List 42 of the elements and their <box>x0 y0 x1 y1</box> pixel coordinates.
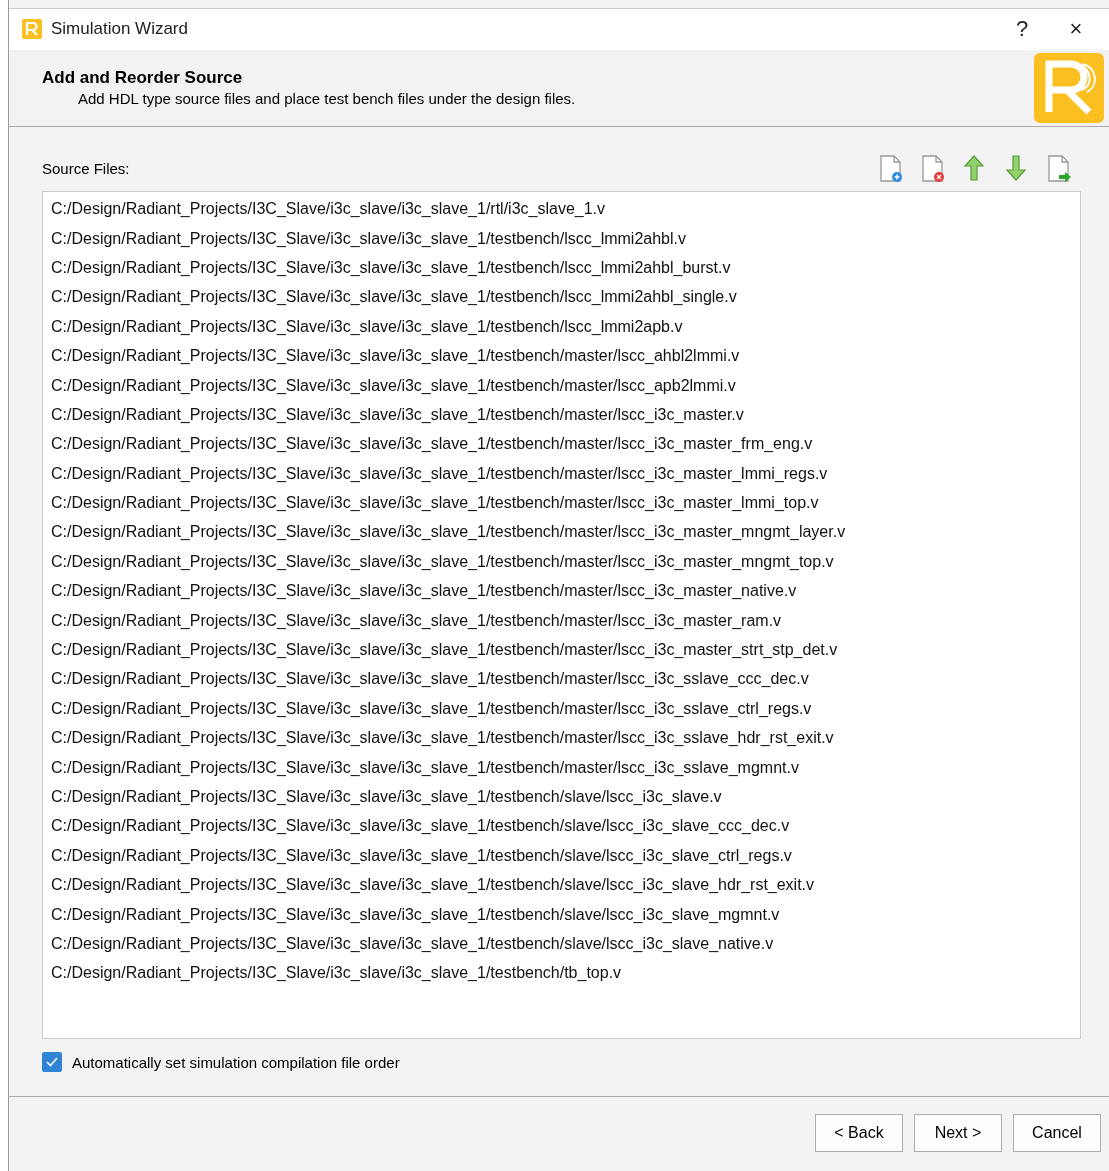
source-file-item[interactable]: C:/Design/Radiant_Projects/I3C_Slave/i3c_slave/i3c_slave_1/testbench/master/lscc_i3c_sslave_hdr_rst_exit.v <box>51 723 1080 753</box>
auto-order-checkbox[interactable] <box>42 1052 62 1073</box>
source-file-item[interactable]: C:/Design/Radiant_Projects/I3C_Slave/i3c_slave/i3c_slave_1/rtl/i3c_slave_1.v <box>51 194 1080 224</box>
source-file-item[interactable]: C:/Design/Radiant_Projects/I3C_Slave/i3c_slave/i3c_slave_1/testbench/slave/lscc_i3c_slave_native.v <box>51 928 1080 959</box>
source-file-item[interactable]: C:/Design/Radiant_Projects/I3C_Slave/i3c_slave/i3c_slave_1/testbench/master/lscc_i3c_master_ram.v <box>51 605 1080 636</box>
help-button[interactable]: ? <box>999 11 1045 48</box>
auto-order-label: Automatically set simulation compilation file order <box>72 1053 400 1071</box>
page-description: Add HDL type source files and place test bench files under the design files. <box>77 90 577 108</box>
source-file-item[interactable]: C:/Design/Radiant_Projects/I3C_Slave/i3c_slave/i3c_slave_1/testbench/master/lscc_i3c_sslave_ctrl_regs.v <box>51 693 1080 724</box>
source-file-item[interactable]: C:/Design/Radiant_Projects/I3C_Slave/i3c_slave/i3c_slave_1/testbench/master/lscc_apb2lmmi.v <box>51 370 1080 400</box>
dialog-button[interactable]: < Back <box>815 1114 903 1153</box>
source-file-item[interactable]: C:/Design/Radiant_Projects/I3C_Slave/i3c_slave/i3c_slave_1/testbench/slave/lscc_i3c_slave_ctrl_regs.v <box>51 840 1080 871</box>
source-file-item[interactable]: C:/Design/Radiant_Projects/I3C_Slave/i3c_slave/i3c_slave_1/testbench/tb_top.v <box>51 958 1080 988</box>
source-file-item[interactable]: C:/Design/Radiant_Projects/I3C_Slave/i3c_slave/i3c_slave_1/testbench/lscc_lmmi2ahbl_burst.v <box>51 252 1080 283</box>
close-button[interactable]: × <box>1053 11 1099 48</box>
window-title: Simulation Wizard <box>51 19 189 40</box>
checkmark-icon <box>45 1055 59 1070</box>
source-file-item[interactable]: C:/Design/Radiant_Projects/I3C_Slave/i3c_slave/i3c_slave_1/testbench/master/lscc_i3c_master_lmmi_regs.v <box>51 458 1080 489</box>
source-file-item[interactable]: C:/Design/Radiant_Projects/I3C_Slave/i3c_slave/i3c_slave_1/testbench/master/lscc_i3c_master_mngmt_top.v <box>51 546 1080 577</box>
app-logo-icon <box>1033 51 1105 124</box>
source-file-item[interactable]: C:/Design/Radiant_Projects/I3C_Slave/i3c_slave/i3c_slave_1/testbench/master/lscc_i3c_master_frm_eng.v <box>51 429 1080 459</box>
source-file-item[interactable]: C:/Design/Radiant_Projects/I3C_Slave/i3c_slave/i3c_slave_1/testbench/master/lscc_i3c_master_lmmi_top.v <box>51 488 1080 518</box>
dialog-button[interactable]: Cancel <box>1013 1114 1101 1153</box>
source-file-item[interactable]: C:/Design/Radiant_Projects/I3C_Slave/i3c_slave/i3c_slave_1/testbench/lscc_lmmi2ahbl_single.v <box>51 282 1080 312</box>
source-file-item[interactable]: C:/Design/Radiant_Projects/I3C_Slave/i3c_slave/i3c_slave_1/testbench/master/lscc_i3c_sslave_mgmnt.v <box>51 752 1080 782</box>
source-files-label: Source Files: <box>42 159 131 177</box>
app-logo-icon <box>21 18 43 41</box>
source-file-item[interactable]: C:/Design/Radiant_Projects/I3C_Slave/i3c_slave/i3c_slave_1/testbench/slave/lscc_i3c_slave_ccc_dec.v <box>51 811 1080 841</box>
source-file-item[interactable]: C:/Design/Radiant_Projects/I3C_Slave/i3c_slave/i3c_slave_1/testbench/master/lscc_i3c_master_strt_stp_det.v <box>51 635 1080 665</box>
source-file-item[interactable]: C:/Design/Radiant_Projects/I3C_Slave/i3c_slave/i3c_slave_1/testbench/lscc_lmmi2apb.v <box>51 311 1080 342</box>
source-file-item[interactable]: C:/Design/Radiant_Projects/I3C_Slave/i3c_slave/i3c_slave_1/testbench/master/lscc_ahbl2lmmi.v <box>51 341 1080 371</box>
source-file-item[interactable]: C:/Design/Radiant_Projects/I3C_Slave/i3c_slave/i3c_slave_1/testbench/master/lscc_i3c_master.v <box>51 399 1080 430</box>
source-file-item[interactable]: C:/Design/Radiant_Projects/I3C_Slave/i3c_slave/i3c_slave_1/testbench/lscc_lmmi2ahbl.v <box>51 223 1080 253</box>
page-title: Add and Reorder Source <box>42 68 244 89</box>
source-file-item[interactable]: C:/Design/Radiant_Projects/I3C_Slave/i3c_slave/i3c_slave_1/testbench/slave/lscc_i3c_slave_mgmnt.v <box>51 899 1080 929</box>
up-arrow-icon <box>962 153 986 184</box>
source-file-item[interactable]: C:/Design/Radiant_Projects/I3C_Slave/i3c_slave/i3c_slave_1/testbench/slave/lscc_i3c_slave.v <box>51 782 1080 812</box>
source-file-item[interactable]: C:/Design/Radiant_Projects/I3C_Slave/i3c_slave/i3c_slave_1/testbench/master/lscc_i3c_master_native.v <box>51 576 1080 606</box>
source-file-item[interactable]: C:/Design/Radiant_Projects/I3C_Slave/i3c_slave/i3c_slave_1/testbench/master/lscc_i3c_master_mngmt_layer.v <box>51 517 1080 547</box>
dialog-button[interactable]: Next > <box>914 1114 1002 1153</box>
source-file-item[interactable]: C:/Design/Radiant_Projects/I3C_Slave/i3c_slave/i3c_slave_1/testbench/master/lscc_i3c_sslave_ccc_dec.v <box>51 664 1080 694</box>
source-file-item[interactable]: C:/Design/Radiant_Projects/I3C_Slave/i3c_slave/i3c_slave_1/testbench/slave/lscc_i3c_slave_hdr_rst_exit.v <box>51 870 1080 900</box>
